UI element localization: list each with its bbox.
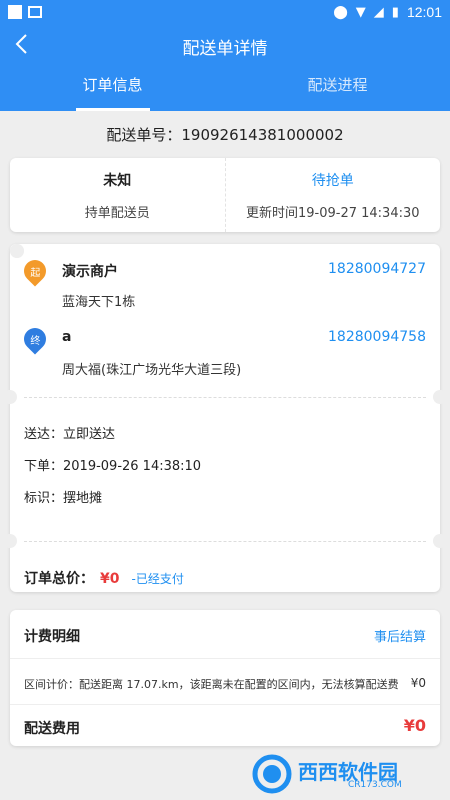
divider xyxy=(24,541,426,542)
ticket-notch xyxy=(433,390,447,404)
settle-later-link[interactable]: 事后结算 xyxy=(374,626,426,645)
payment-status: -已经支付 xyxy=(131,572,184,586)
watermark-site: CR173.COM xyxy=(348,780,402,790)
dropoff-name: a xyxy=(62,329,72,345)
dropoff-address: 周大福(珠江广场光华大道三段) xyxy=(62,363,242,378)
divider xyxy=(24,397,426,398)
end-pin-icon: 终 xyxy=(19,323,51,355)
fee-header: 计费明细 事后结算 xyxy=(24,626,426,646)
total-amount: ¥0 xyxy=(100,571,120,587)
courier-name: 未知 xyxy=(103,172,132,189)
delivery-fee-label: 配送费用 xyxy=(24,721,80,737)
divider xyxy=(10,704,440,705)
order-total: 订单总价： ¥0 -已经支付 xyxy=(24,568,184,588)
range-pricing-value: ¥0 xyxy=(410,676,426,690)
watermark-logo: 西西软件园 CR173.COM xyxy=(252,754,442,794)
signal-icon: ◢ xyxy=(373,4,384,20)
dropoff-row: 终 a 18280094758 周大福(珠江广场光华大道三段) xyxy=(19,323,426,379)
ticket-notch xyxy=(3,390,17,404)
battery-icon: ▮ xyxy=(391,4,399,20)
app-header: 配送单详情 订单信息 配送进程 xyxy=(0,24,450,111)
status-bar: ⬤ ▼ ◢ ▮ 12:01 xyxy=(0,0,450,24)
pickup-name: 演示商户 xyxy=(62,264,118,280)
courier-column: 未知 持单配送员 xyxy=(10,158,225,232)
total-label: 订单总价： xyxy=(24,571,94,587)
divider xyxy=(10,658,440,659)
delivery-fee-value: ¥0 xyxy=(403,716,426,735)
notification-square-icon xyxy=(8,5,22,19)
pickup-address: 蓝海天下1栋 xyxy=(62,295,136,310)
tab-order-info[interactable]: 订单信息 xyxy=(0,72,225,111)
state-column: 待抢单 更新时间19-09-27 14:34:30 xyxy=(224,158,441,232)
courier-label: 持单配送员 xyxy=(84,205,150,221)
status-time: 12:01 xyxy=(406,4,442,20)
route-card: 起 演示商户 18280094727 蓝海天下1栋 终 a 1828009475… xyxy=(3,244,447,592)
order-number: 配送单号：19092614381000002 xyxy=(106,126,344,144)
range-pricing-row: 区间计价：配送距离 17.07.km，该距离未在配置的区间内，无法核算配送费 ¥… xyxy=(24,676,426,692)
pickup-row: 起 演示商户 18280094727 蓝海天下1栋 xyxy=(19,255,426,311)
dropoff-phone-link[interactable]: 18280094758 xyxy=(328,329,426,345)
delivery-time: 送达：立即送达 xyxy=(24,427,116,442)
order-time: 下单：2019-09-26 14:38:10 xyxy=(24,459,202,474)
range-pricing-note: 区间计价：配送距离 17.07.km，该距离未在配置的区间内，无法核算配送费 xyxy=(24,678,399,691)
pickup-phone-link[interactable]: 18280094727 xyxy=(328,261,426,277)
fee-card: 计费明细 事后结算 区间计价：配送距离 17.07.km，该距离未在配置的区间内… xyxy=(10,610,440,746)
order-tag: 标识：摆地摊 xyxy=(24,491,103,506)
image-notification-icon xyxy=(28,6,42,18)
delivery-fee-row: 配送费用 ¥0 xyxy=(24,716,426,738)
status-card: 未知 持单配送员 待抢单 更新时间19-09-27 14:34:30 xyxy=(10,158,440,232)
ticket-notch xyxy=(3,534,17,548)
tab-bar: 订单信息 配送进程 xyxy=(0,72,450,111)
location-icon: ⬤ xyxy=(333,4,348,20)
tab-delivery-progress[interactable]: 配送进程 xyxy=(225,72,450,111)
update-time: 更新时间19-09-27 14:34:30 xyxy=(245,205,420,221)
wifi-icon: ▼ xyxy=(355,4,366,20)
start-pin-icon: 起 xyxy=(19,255,51,287)
page-title: 配送单详情 xyxy=(182,39,268,59)
ticket-notch xyxy=(433,534,447,548)
order-state: 待抢单 xyxy=(311,172,354,189)
fee-title: 计费明细 xyxy=(24,629,80,645)
